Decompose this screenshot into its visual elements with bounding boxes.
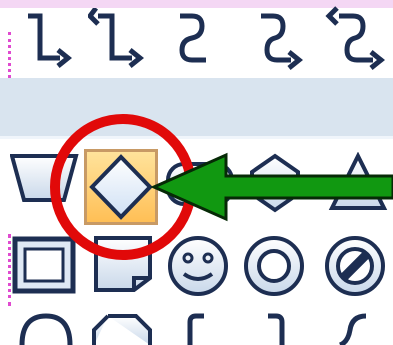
curved-connector-icon[interactable]: [170, 10, 220, 70]
left-bracket-shape[interactable]: [182, 312, 210, 345]
arc-shape[interactable]: [16, 310, 76, 345]
curve-shape[interactable]: [332, 310, 372, 345]
smiley-face-shape[interactable]: [166, 234, 230, 298]
manual-operation-shape[interactable]: [10, 152, 80, 204]
no-symbol-shape[interactable]: [322, 234, 388, 298]
decision-shape[interactable]: [88, 153, 154, 221]
terminator-shape[interactable]: [164, 160, 236, 210]
octagon-shape[interactable]: [90, 312, 154, 345]
preparation-shape[interactable]: [246, 152, 304, 214]
dotted-border-left: [8, 234, 11, 306]
elbow-double-arrow-connector-icon[interactable]: [88, 8, 152, 74]
elbow-arrow-connector-icon[interactable]: [20, 8, 80, 74]
connectors-row: [0, 0, 393, 76]
section-separator: [0, 136, 393, 139]
donut-shape[interactable]: [242, 234, 306, 298]
right-bracket-shape[interactable]: [262, 312, 290, 345]
folded-corner-shape[interactable]: [92, 234, 154, 294]
bevel-shape[interactable]: [12, 236, 76, 294]
extract-shape[interactable]: [328, 152, 388, 214]
curved-arrow-connector-icon[interactable]: [255, 10, 315, 72]
gallery-section-header: [0, 78, 393, 136]
curved-double-arrow-connector-icon[interactable]: [325, 6, 393, 72]
